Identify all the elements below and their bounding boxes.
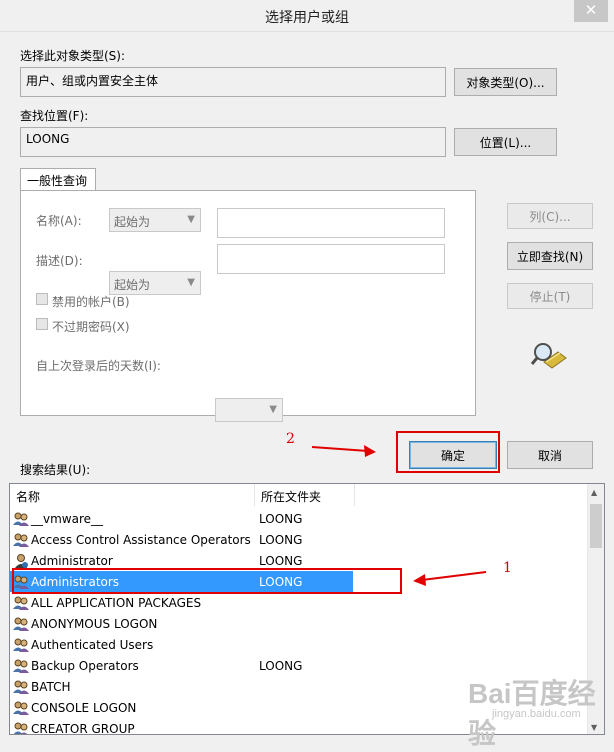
group-icon: [13, 700, 29, 716]
group-icon: [13, 511, 29, 527]
disabled-accounts-checkbox[interactable]: [36, 293, 48, 308]
description-mode-select[interactable]: 起始为 ▼: [109, 271, 201, 295]
object-type-value: 用户、组或内置安全主体: [26, 74, 159, 88]
row-folder: LOONG: [259, 533, 303, 547]
location-label: 查找位置(F):: [20, 109, 89, 123]
group-icon: [13, 637, 29, 653]
group-icon: [13, 532, 29, 548]
checkbox-box: [36, 293, 48, 305]
find-now-button[interactable]: 立即查找(N): [507, 242, 593, 270]
disabled-accounts-label: 禁用的帐户(B): [52, 295, 130, 309]
name-label: 名称(A):: [36, 214, 82, 228]
title-bar: 选择用户或组 ✕: [0, 0, 614, 32]
name-mode-value: 起始为: [114, 215, 151, 229]
group-icon: [13, 595, 29, 611]
row-folder: LOONG: [259, 512, 303, 526]
checkbox-box: [36, 318, 48, 330]
description-input[interactable]: [217, 244, 445, 274]
group-icon: [13, 679, 29, 695]
locations-button[interactable]: 位置(L)...: [454, 128, 557, 156]
user-icon: [13, 553, 29, 569]
table-row[interactable]: __vmware__ LOONG: [10, 508, 590, 529]
row-folder: LOONG: [259, 554, 303, 568]
row-name: Access Control Assistance Operators: [31, 533, 251, 547]
row-name: ANONYMOUS LOGON: [31, 617, 158, 631]
arrow-to-ok-icon: [311, 445, 376, 457]
non-expiring-label: 不过期密码(X): [52, 320, 130, 334]
column-header-name[interactable]: 名称: [10, 484, 255, 506]
annotation-number-1: 1: [503, 560, 512, 576]
close-button[interactable]: ✕: [574, 0, 608, 22]
row-name: ALL APPLICATION PACKAGES: [31, 596, 202, 610]
ok-highlight-box: [396, 431, 500, 473]
chevron-down-icon: ▼: [269, 404, 277, 415]
search-results-label: 搜索结果(U):: [20, 463, 91, 477]
scrollbar-thumb[interactable]: [590, 504, 602, 548]
name-mode-select[interactable]: 起始为 ▼: [109, 208, 201, 232]
scroll-up-icon[interactable]: ▲: [591, 488, 597, 497]
location-value: LOONG: [26, 132, 70, 146]
location-field: LOONG: [20, 127, 446, 157]
group-icon: [13, 616, 29, 632]
close-icon: ✕: [584, 1, 598, 19]
table-row[interactable]: ANONYMOUS LOGON: [10, 613, 590, 634]
table-row[interactable]: Authenticated Users: [10, 634, 590, 655]
chevron-down-icon: ▼: [187, 214, 195, 225]
group-icon: [13, 721, 29, 734]
row-name: CONSOLE LOGON: [31, 701, 137, 715]
row-folder: LOONG: [259, 659, 303, 673]
days-since-logon-label: 自上次登录后的天数(I):: [36, 359, 161, 373]
row-name: CREATOR GROUP: [31, 722, 135, 735]
column-header-folder[interactable]: 所在文件夹: [255, 484, 355, 506]
row-name: __vmware__: [31, 512, 104, 526]
stop-button[interactable]: 停止(T): [507, 283, 593, 309]
watermark-url: jingyan.baidu.com: [492, 708, 581, 720]
row-name: Administrator: [31, 554, 113, 568]
days-since-logon-select[interactable]: ▼: [215, 398, 283, 422]
chevron-down-icon: ▼: [187, 277, 195, 288]
description-label: 描述(D):: [36, 254, 83, 268]
row-name: Backup Operators: [31, 659, 139, 673]
object-type-field: 用户、组或内置安全主体: [20, 67, 446, 97]
name-input[interactable]: [217, 208, 445, 238]
annotation-number-2: 2: [286, 431, 295, 447]
description-mode-value: 起始为: [114, 278, 151, 292]
group-icon: [13, 658, 29, 674]
non-expiring-checkbox[interactable]: [36, 318, 48, 333]
object-types-button[interactable]: 对象类型(O)...: [454, 68, 557, 96]
window-title: 选择用户或组: [265, 10, 349, 26]
table-row[interactable]: Access Control Assistance Operators LOONG: [10, 529, 590, 550]
row-name: Authenticated Users: [31, 638, 154, 652]
table-row[interactable]: ALL APPLICATION PACKAGES: [10, 592, 590, 613]
columns-button[interactable]: 列(C)...: [507, 203, 593, 229]
arrow-to-selection-icon: [413, 571, 487, 586]
selection-highlight-box: [12, 568, 402, 594]
search-animation-icon: [530, 340, 570, 372]
row-name: BATCH: [31, 680, 71, 694]
object-type-label: 选择此对象类型(S):: [20, 49, 126, 63]
cancel-button[interactable]: 取消: [507, 441, 593, 469]
tab-common-queries[interactable]: 一般性查询: [20, 168, 96, 191]
